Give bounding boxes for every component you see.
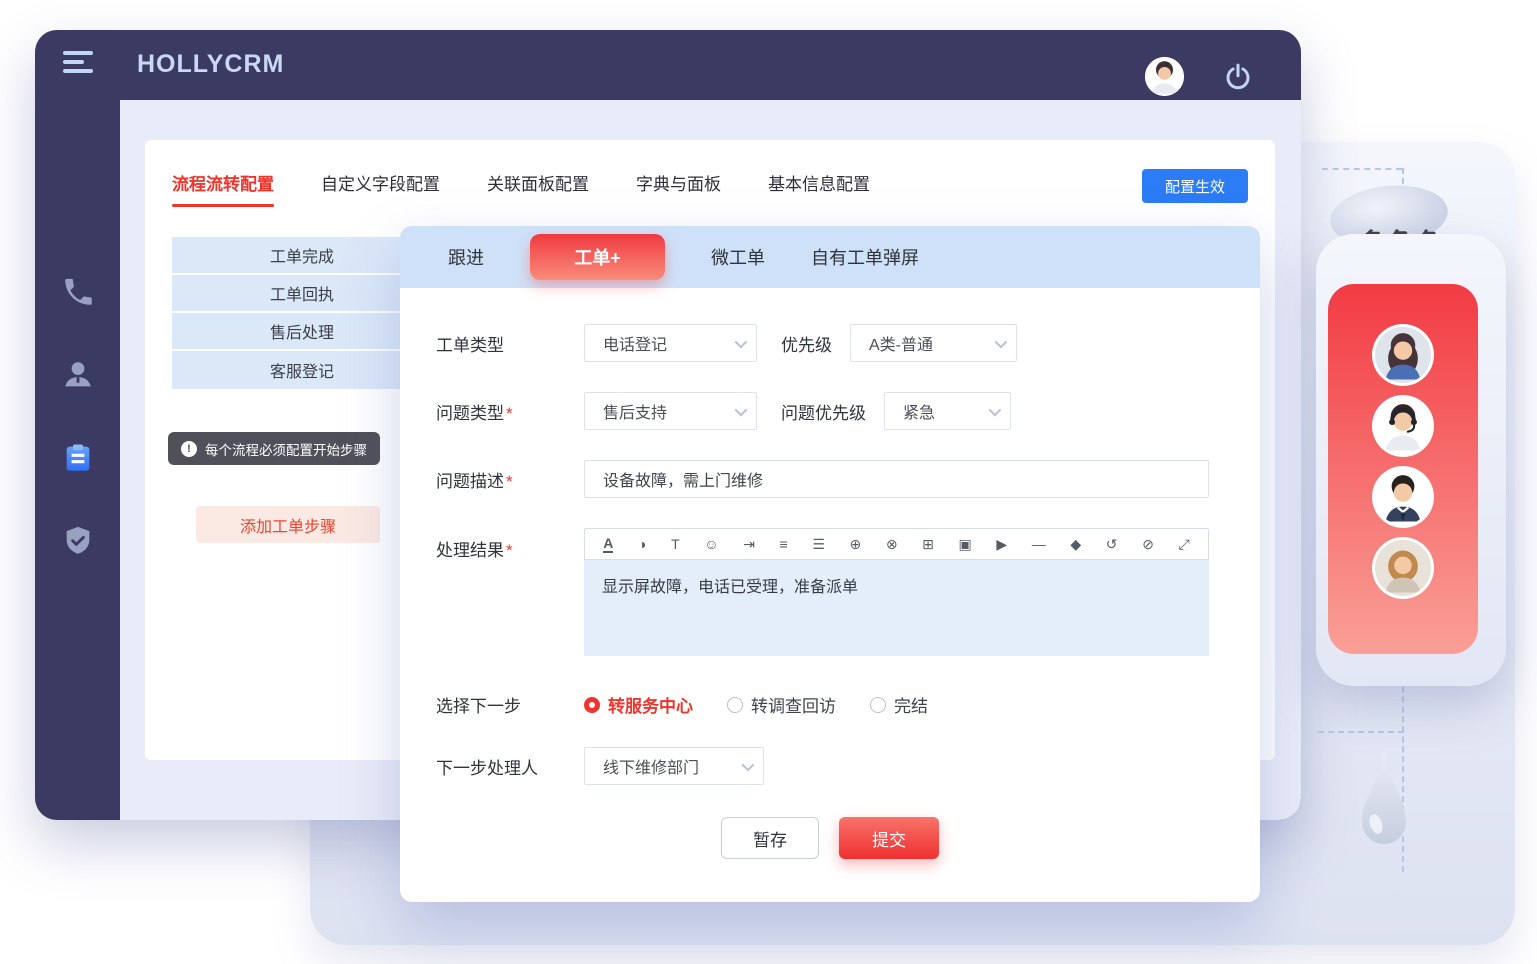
tab-micro-ticket[interactable]: 微工单 (711, 244, 765, 270)
dashed-line (1318, 731, 1404, 733)
tooltip-text: 每个流程必须配置开始步骤 (205, 439, 367, 459)
modal-tab-bar: 跟进 工单+ 微工单 自有工单弹屏 (400, 226, 1260, 288)
add-link-icon[interactable]: ⊕ (849, 537, 861, 551)
page-tab-bar: 流程流转配置 自定义字段配置 关联面板配置 字典与面板 基本信息配置 (172, 170, 870, 207)
tab-linked-panel[interactable]: 关联面板配置 (487, 170, 589, 207)
radio-icon (584, 697, 600, 713)
issue-type-select[interactable]: 售后支持 (584, 392, 757, 430)
rich-text-editor: A ◑ T ☺ ⇥ ≡ ☰ ⊕ ⊗ ⊞ ▣ ▶ — ◆ ↺ (584, 528, 1209, 656)
indent-icon[interactable]: ⇥ (743, 537, 755, 551)
multi-role-panel (1328, 284, 1478, 654)
emoji-icon[interactable]: ☺ (704, 537, 718, 551)
avatar-agent-male (1372, 466, 1434, 528)
submit-button[interactable]: 提交 (839, 817, 939, 859)
undo-icon[interactable]: ↺ (1106, 537, 1118, 551)
app-title: HOLLYCRM (137, 50, 284, 79)
contacts-icon[interactable] (61, 358, 95, 392)
video-icon[interactable]: ▶ (996, 537, 1007, 551)
result-label: 处理结果* (436, 536, 584, 561)
table-icon[interactable]: ⊞ (922, 537, 934, 551)
editor-toolbar: A ◑ T ☺ ⇥ ≡ ☰ ⊕ ⊗ ⊞ ▣ ▶ — ◆ ↺ (584, 528, 1209, 560)
issue-desc-label: 问题描述* (436, 467, 584, 492)
tab-follow-up[interactable]: 跟进 (448, 244, 484, 270)
chevron-down-icon (989, 403, 1002, 416)
tab-dictionary[interactable]: 字典与面板 (636, 170, 721, 207)
topbar: HOLLYCRM (35, 30, 1301, 100)
issue-desc-input[interactable]: 设备故障，需上门维修 (584, 460, 1209, 498)
font-size-icon[interactable]: T (671, 537, 680, 551)
next-step-radio-group: 转服务中心 转调查回访 完结 (584, 692, 928, 717)
issue-priority-label: 问题优先级 (781, 399, 866, 424)
radio-finish[interactable]: 完结 (870, 692, 928, 717)
user-avatar[interactable] (1145, 57, 1184, 96)
tab-process-flow[interactable]: 流程流转配置 (172, 170, 274, 207)
avatar-agent-blonde (1372, 537, 1434, 599)
fullscreen-icon[interactable]: ⤢ (1178, 537, 1189, 551)
image-icon[interactable]: ▣ (959, 537, 972, 551)
priority-select[interactable]: A类-普通 (850, 324, 1017, 362)
ticket-form: 工单类型 电话登记 优先级 A类-普通 问题类型* 售后支持 (400, 288, 1260, 859)
tab-ticket-plus[interactable]: 工单+ (530, 234, 665, 280)
issue-type-label: 问题类型* (436, 399, 584, 424)
tab-basic-info[interactable]: 基本信息配置 (768, 170, 870, 207)
ticket-type-select[interactable]: 电话登记 (584, 324, 757, 362)
next-handler-select[interactable]: 线下维修部门 (584, 747, 764, 785)
menu-icon[interactable] (63, 51, 97, 77)
power-icon[interactable] (1223, 62, 1253, 92)
eraser-icon[interactable]: ◆ (1070, 537, 1081, 551)
unlink-icon[interactable]: ⊗ (886, 537, 898, 551)
apply-config-button[interactable]: 配置生效 (1142, 169, 1248, 203)
add-step-button[interactable]: 添加工单步骤 (196, 506, 380, 543)
ticket-modal: 跟进 工单+ 微工单 自有工单弹屏 工单类型 电话登记 优先级 A类-普通 (400, 226, 1260, 902)
divider-icon[interactable]: — (1032, 537, 1046, 551)
next-handler-label: 下一步处理人 (436, 754, 584, 779)
palette-icon[interactable]: ◑ (638, 537, 646, 551)
phone-icon[interactable] (61, 275, 95, 309)
chevron-down-icon (735, 403, 748, 416)
avatar-agent-female (1372, 324, 1434, 386)
ticket-type-label: 工单类型 (436, 331, 584, 356)
tab-custom-fields[interactable]: 自定义字段配置 (321, 170, 440, 207)
next-step-label: 选择下一步 (436, 692, 584, 717)
result-textarea[interactable]: 显示屏故障，电话已受理，准备派单 (584, 560, 1209, 656)
issue-priority-select[interactable]: 紧急 (884, 392, 1011, 430)
list-item[interactable]: 售后处理 (172, 313, 432, 351)
text-style-icon[interactable]: A (603, 536, 613, 553)
sidebar (35, 100, 120, 820)
save-draft-button[interactable]: 暂存 (721, 817, 819, 859)
screen: HOLLYCRM (0, 0, 1537, 964)
tasks-icon[interactable] (61, 441, 95, 475)
align-icon[interactable]: ≡ (780, 537, 788, 551)
radio-icon (727, 697, 743, 713)
tab-own-ticket-popup[interactable]: 自有工单弹屏 (811, 244, 919, 270)
exclamation-icon: ! (181, 441, 197, 457)
workflow-step-list: 工单完成 工单回执 售后处理 客服登记 (172, 237, 432, 389)
modal-footer: 暂存 提交 (436, 817, 1224, 859)
list-item[interactable]: 工单回执 (172, 275, 432, 313)
radio-survey-callback[interactable]: 转调查回访 (727, 692, 836, 717)
radio-service-center[interactable]: 转服务中心 (584, 692, 693, 717)
droplet-shape (1352, 742, 1416, 867)
hint-tooltip: ! 每个流程必须配置开始步骤 (168, 432, 380, 465)
chevron-down-icon (742, 758, 755, 771)
list-item[interactable]: 工单完成 (172, 237, 432, 275)
radio-icon (870, 697, 886, 713)
priority-label: 优先级 (781, 331, 832, 356)
list-item[interactable]: 客服登记 (172, 351, 432, 389)
bullet-list-icon[interactable]: ☰ (812, 537, 825, 551)
avatar-agent-headset (1372, 395, 1434, 457)
chevron-down-icon (735, 335, 748, 348)
delete-icon[interactable]: ⊘ (1142, 537, 1154, 551)
chevron-down-icon (995, 335, 1008, 348)
dashed-line (1322, 168, 1402, 170)
security-icon[interactable] (61, 524, 95, 558)
